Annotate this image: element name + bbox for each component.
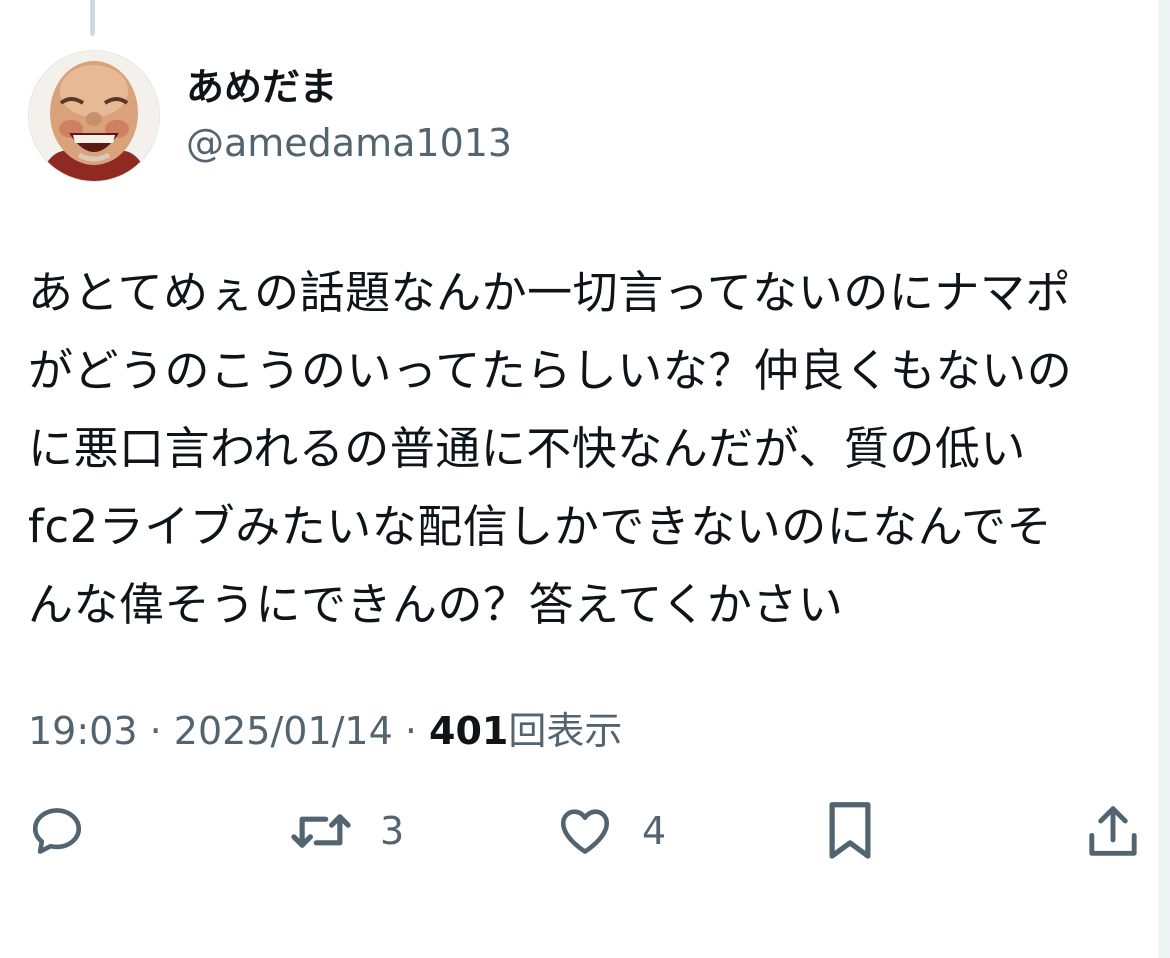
avatar[interactable] (28, 50, 160, 182)
bookmark-icon (829, 802, 871, 859)
share-button[interactable] (1086, 800, 1140, 862)
bookmark-button[interactable] (826, 800, 874, 862)
heart-icon (560, 809, 610, 854)
view-count: 401 (429, 709, 509, 753)
display-name[interactable]: あめだま (186, 62, 337, 112)
view-label: 回表示 (508, 709, 623, 753)
retweet-button[interactable]: 3 (288, 800, 404, 862)
retweet-count: 3 (380, 809, 405, 853)
avatar-image (29, 51, 159, 181)
meta-separator: · (392, 709, 430, 753)
like-count: 4 (642, 809, 667, 853)
reply-button[interactable] (28, 800, 86, 862)
like-button[interactable]: 4 (556, 800, 666, 862)
tweet-metadata: 19:03 · 2025/01/14 · 401回表示 (28, 704, 622, 758)
tweet-date[interactable]: 2025/01/14 (174, 709, 393, 753)
user-handle[interactable]: @amedama1013 (186, 118, 512, 168)
thread-connector-line (90, 0, 95, 36)
tweet-body-text: あとてめぇの話題なんか一切言ってないのにナマポ がどうのこうのいってたらしいな？… (28, 266, 1073, 631)
scroll-edge (1158, 0, 1170, 958)
meta-separator: · (137, 709, 174, 753)
tweet-time[interactable]: 19:03 (28, 709, 138, 753)
retweet-icon (291, 814, 351, 848)
reply-icon (32, 808, 82, 854)
share-icon (1089, 806, 1137, 856)
